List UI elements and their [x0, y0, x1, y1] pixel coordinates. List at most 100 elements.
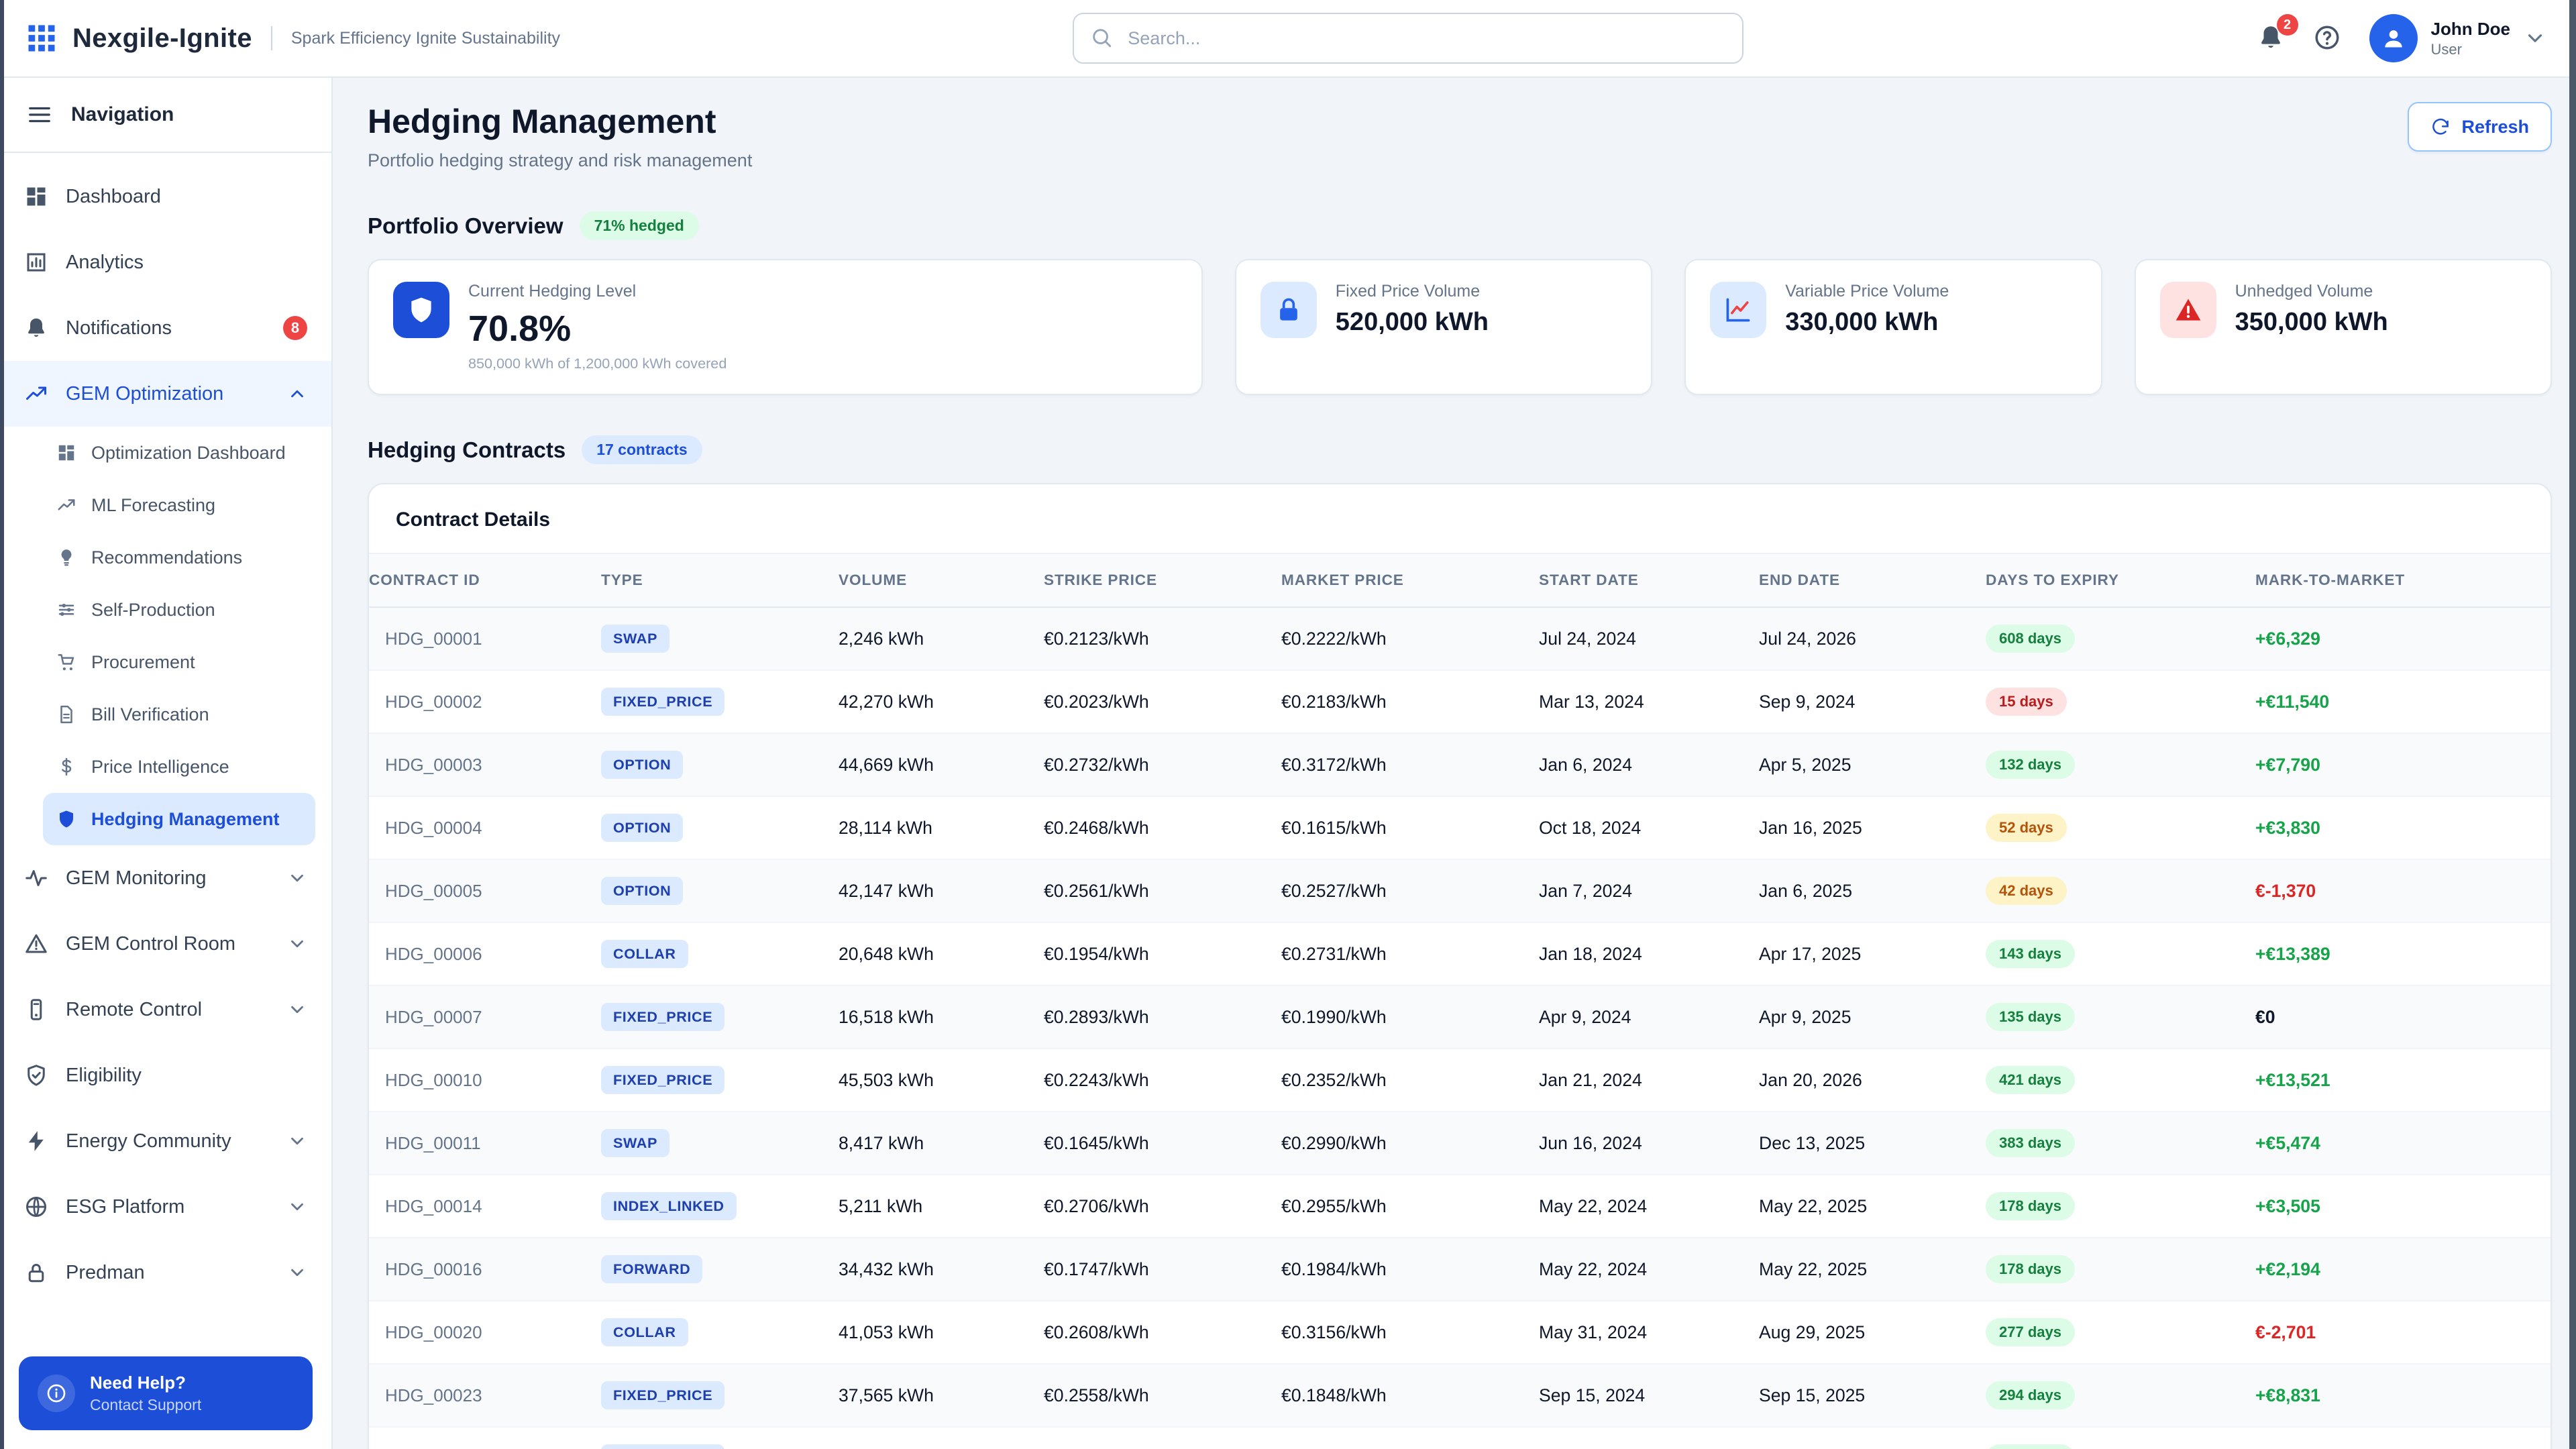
contract-volume: 8,417 kWh	[839, 1133, 1044, 1154]
sidebar-item[interactable]: GEM Control Room	[0, 911, 331, 977]
sidebar-item[interactable]: Remote Control	[0, 977, 331, 1042]
mark-to-market: +€7,790	[2255, 755, 2551, 775]
sidebar-item[interactable]: Predman	[0, 1240, 331, 1305]
days-to-expiry-badge: 15 days	[1986, 688, 2067, 716]
notifications-button[interactable]: 2	[2257, 23, 2286, 53]
mark-to-market: €0	[2255, 1007, 2551, 1028]
sidebar-item[interactable]: Analytics	[0, 229, 331, 295]
strike-price: €0.2732/kWh	[1044, 755, 1281, 775]
days-to-expiry-badge: 277 days	[1986, 1318, 2075, 1346]
sidebar-item[interactable]: Eligibility	[0, 1042, 331, 1108]
sidebar-item[interactable]: GEM Monitoring	[0, 845, 331, 911]
contract-volume: 41,053 kWh	[839, 1322, 1044, 1343]
column-header: END DATE	[1759, 572, 1986, 589]
help-card[interactable]: Need Help? Contact Support	[19, 1356, 313, 1430]
window-edge	[0, 0, 4, 1449]
contract-type-badge: SWAP	[601, 1129, 669, 1157]
sidebar-item[interactable]: ESG Platform	[0, 1174, 331, 1240]
strike-price: €0.2468/kWh	[1044, 818, 1281, 839]
brand: Nexgile-Ignite Spark Efficiency Ignite S…	[0, 21, 560, 56]
contract-id: HDG_00016	[369, 1259, 601, 1280]
refresh-button[interactable]: Refresh	[2408, 102, 2552, 152]
help-subtitle: Contact Support	[90, 1396, 201, 1414]
portfolio-card: Fixed Price Volume 520,000 kWh	[1235, 259, 1652, 395]
sidebar-item-label: GEM Control Room	[66, 933, 270, 955]
help-button[interactable]	[2313, 23, 2343, 53]
contract-type-cell: FORWARD	[601, 1255, 839, 1283]
contract-type-badge: FIXED_PRICE	[601, 1381, 724, 1409]
mark-to-market: €-2,701	[2255, 1322, 2551, 1343]
start-date: Jul 24, 2024	[1539, 629, 1759, 649]
table-row: HDG_00010 FIXED_PRICE 45,503 kWh €0.2243…	[369, 1049, 2551, 1112]
app-logo-icon	[24, 21, 59, 56]
card-icon-tile	[1710, 282, 1766, 338]
sidebar-item-label: GEM Optimization	[66, 383, 270, 405]
menu-icon[interactable]	[27, 102, 52, 127]
sidebar-subitem[interactable]: Bill Verification	[43, 688, 315, 741]
sidebar-subitem[interactable]: Hedging Management	[43, 793, 315, 845]
days-to-expiry-cell: 608 days	[1986, 625, 2255, 653]
column-header: MARK-TO-MARKET	[2255, 572, 2551, 589]
chartline-icon	[1723, 295, 1753, 325]
sidebar-item[interactable]: Dashboard	[0, 164, 331, 229]
sidebar-item[interactable]: Energy Community	[0, 1108, 331, 1174]
column-header: STRIKE PRICE	[1044, 572, 1281, 589]
end-date: Jul 24, 2026	[1759, 629, 1986, 649]
days-to-expiry-cell: 178 days	[1986, 1192, 2255, 1220]
sidebar-item-label: Eligibility	[66, 1065, 307, 1087]
end-date: Sep 9, 2024	[1759, 692, 1986, 712]
shield-icon	[56, 809, 76, 829]
alert-icon	[24, 932, 48, 956]
column-header: START DATE	[1539, 572, 1759, 589]
card-label: Variable Price Volume	[1785, 282, 1949, 301]
zap-icon	[24, 1129, 48, 1153]
table-row: HDG_00020 COLLAR 41,053 kWh €0.2608/kWh …	[369, 1301, 2551, 1364]
alert-fill-icon	[2174, 295, 2203, 325]
card-value: 520,000 kWh	[1336, 308, 1489, 337]
user-menu[interactable]: John Doe User	[2369, 14, 2546, 62]
days-to-expiry-badge: 178 days	[1986, 1192, 2075, 1220]
sidebar-subitem[interactable]: ML Forecasting	[43, 479, 315, 531]
days-to-expiry-cell: 700 days	[1986, 1444, 2255, 1449]
page-title: Hedging Management	[368, 102, 752, 141]
sidebar-item[interactable]: Notifications 8	[0, 295, 331, 361]
sidebar-subitem-label: Optimization Dashboard	[91, 443, 286, 464]
sidebar-subitem[interactable]: Recommendations	[43, 531, 315, 584]
mark-to-market: +€5,474	[2255, 1133, 2551, 1154]
sidebar-subitem[interactable]: Price Intelligence	[43, 741, 315, 793]
days-to-expiry-badge: 52 days	[1986, 814, 2067, 842]
contract-volume: 45,503 kWh	[839, 1070, 1044, 1091]
dollar-icon	[56, 757, 76, 777]
sidebar-subitem-label: Procurement	[91, 652, 195, 673]
sidebar-subitem-label: ML Forecasting	[91, 495, 215, 516]
mark-to-market: €-1,370	[2255, 881, 2551, 902]
sidebar-subitem-label: Price Intelligence	[91, 757, 229, 777]
market-price: €0.2955/kWh	[1281, 1196, 1539, 1217]
sidebar-subitem[interactable]: Self-Production	[43, 584, 315, 636]
market-price: €0.1848/kWh	[1281, 1385, 1539, 1406]
start-date: Apr 9, 2024	[1539, 1007, 1759, 1028]
globe-icon	[24, 1195, 48, 1219]
mark-to-market: +€11,540	[2255, 692, 2551, 712]
cart-icon	[56, 652, 76, 672]
contract-volume: 42,147 kWh	[839, 881, 1044, 902]
activity-icon	[24, 866, 48, 890]
portfolio-card: Current Hedging Level 70.8% 850,000 kWh …	[368, 259, 1203, 395]
strike-price: €0.1954/kWh	[1044, 944, 1281, 965]
search-input[interactable]	[1073, 13, 1743, 64]
top-header: Nexgile-Ignite Spark Efficiency Ignite S…	[0, 0, 2576, 78]
contract-volume: 16,518 kWh	[839, 1007, 1044, 1028]
sidebar-subitem[interactable]: Optimization Dashboard	[43, 427, 315, 479]
trend-icon	[24, 382, 48, 406]
shield-icon	[407, 295, 436, 325]
contract-type-badge: OPTION	[601, 877, 683, 905]
strike-price: €0.1645/kWh	[1044, 1133, 1281, 1154]
sidebar-item[interactable]: GEM Optimization	[0, 361, 331, 427]
contract-type-cell: SWAP	[601, 625, 839, 653]
contract-type-cell: FIXED_PRICE	[601, 1066, 839, 1094]
sidebar-subitem[interactable]: Procurement	[43, 636, 315, 688]
contract-volume: 5,211 kWh	[839, 1196, 1044, 1217]
table-row: HDG_00007 FIXED_PRICE 16,518 kWh €0.2893…	[369, 986, 2551, 1049]
sidebar-subitem-label: Self-Production	[91, 600, 215, 621]
scrollbar[interactable]	[2569, 0, 2576, 1449]
